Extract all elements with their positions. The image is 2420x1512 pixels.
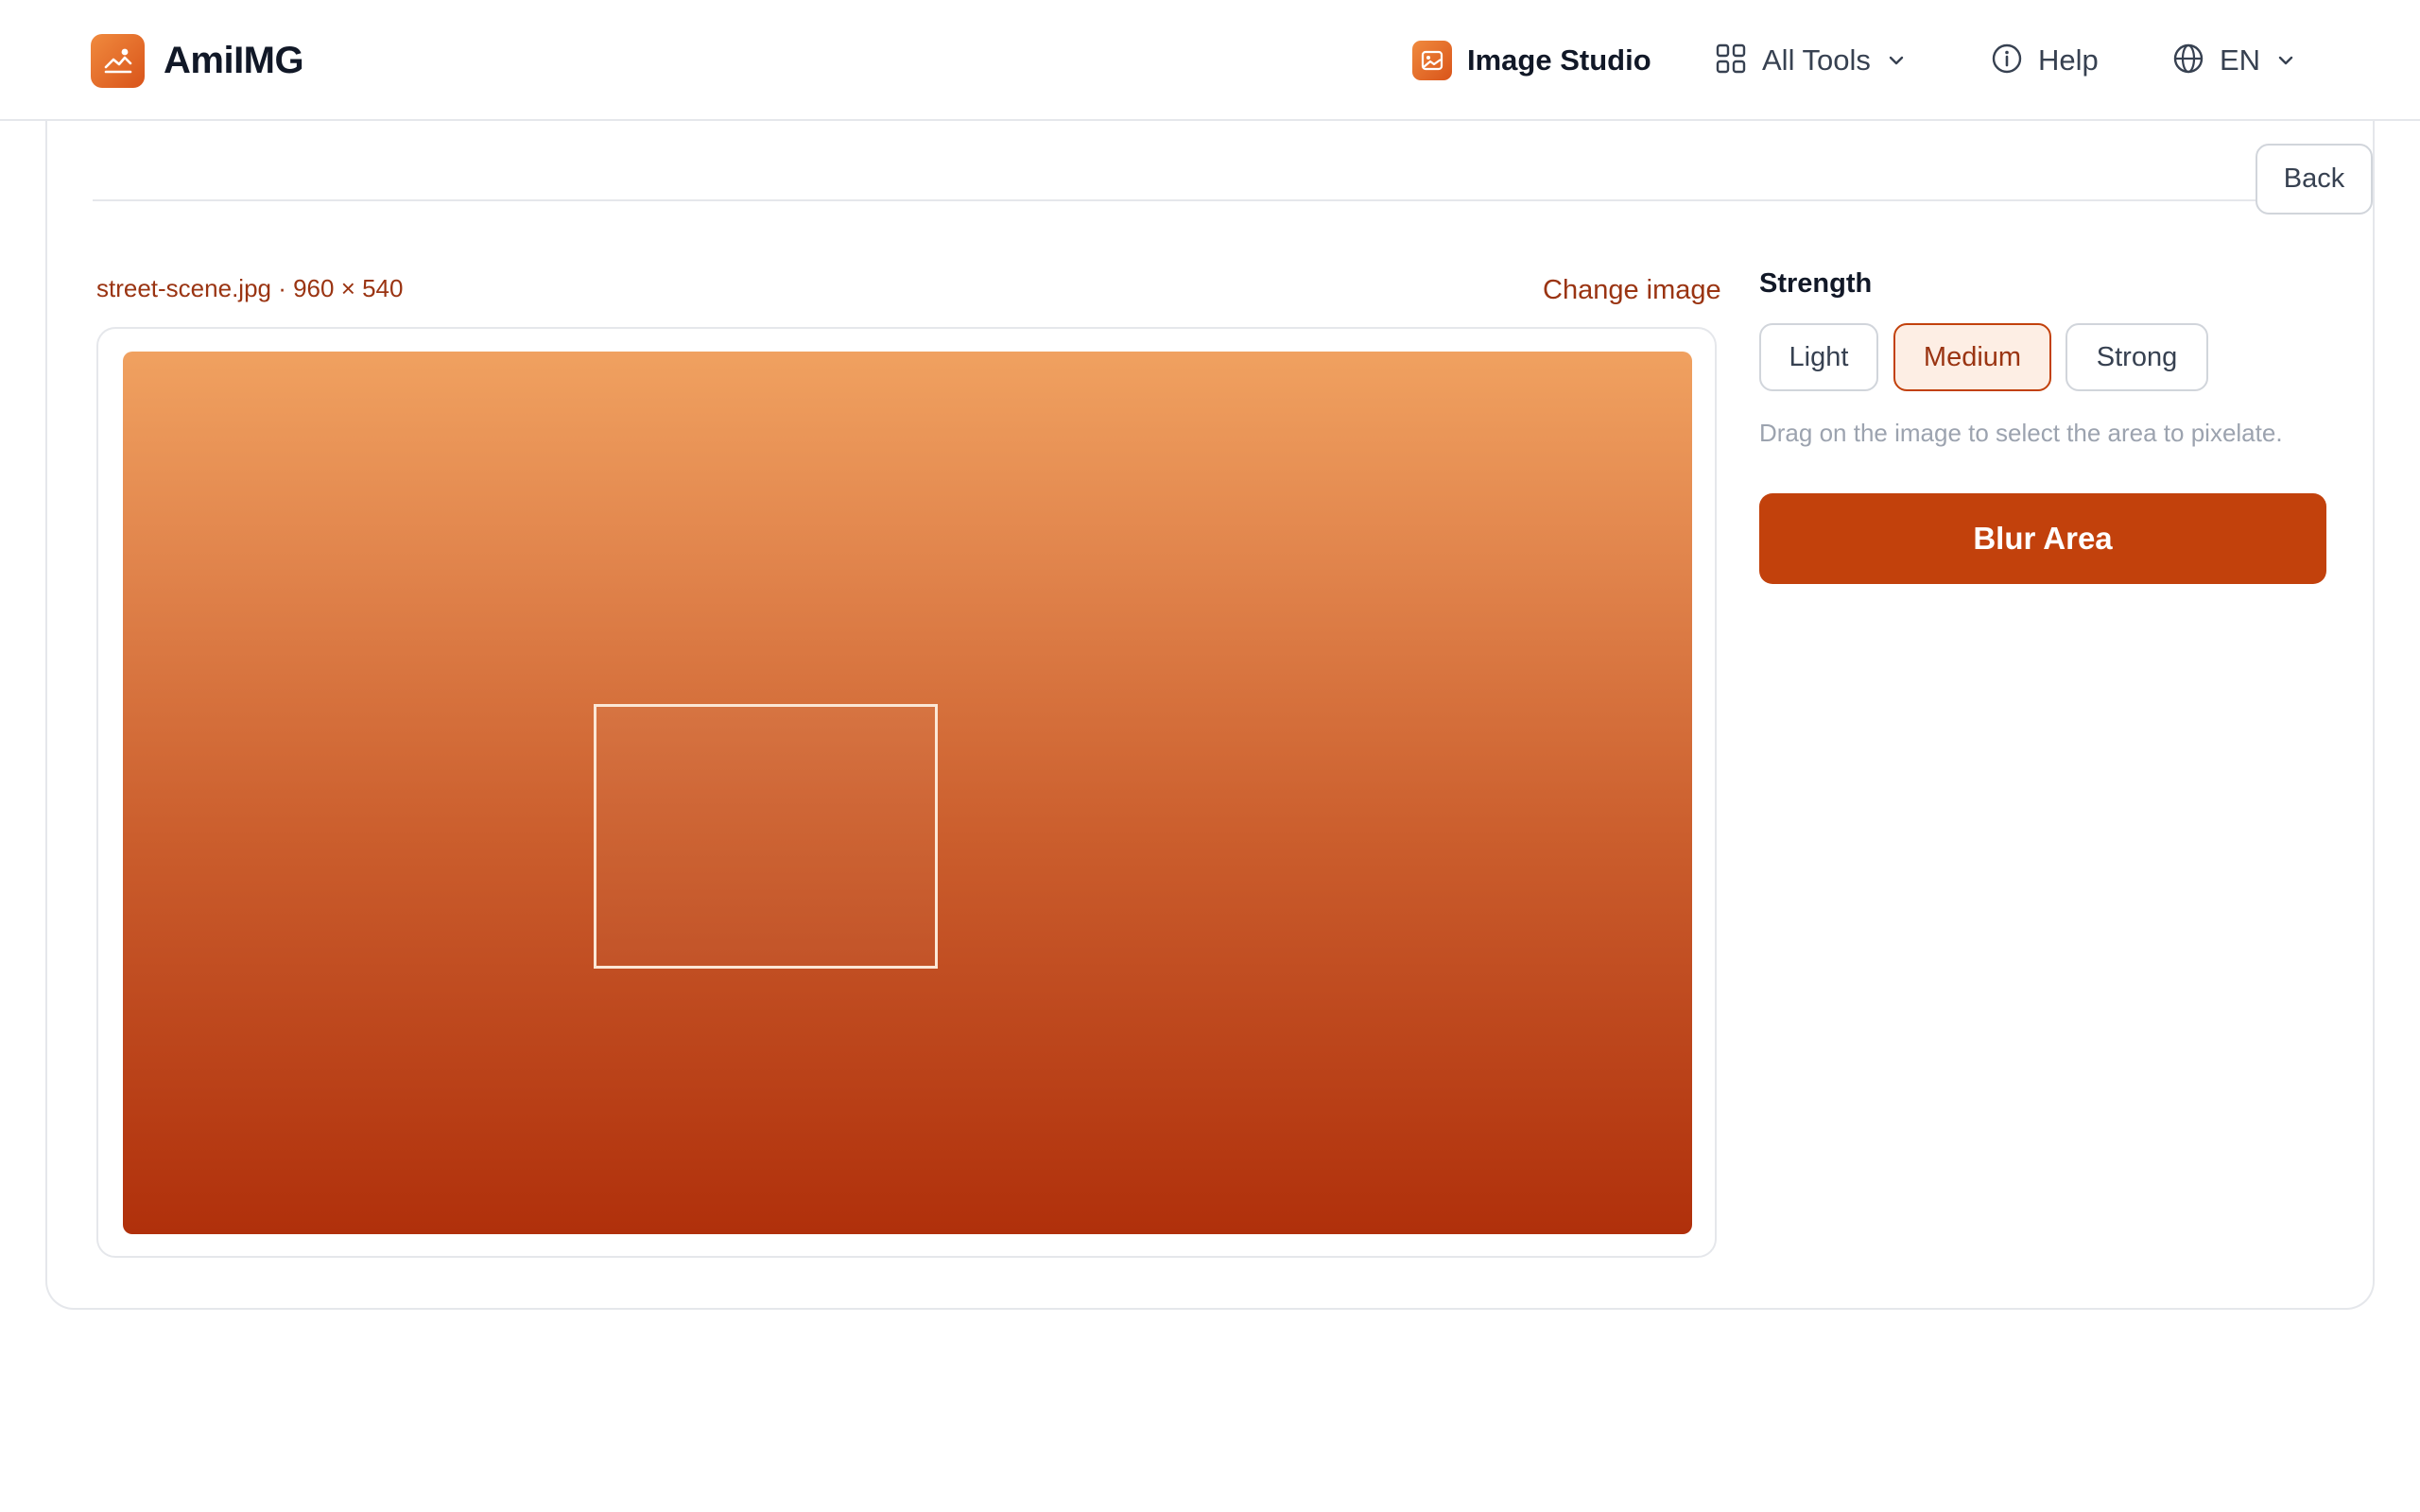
strength-option-medium[interactable]: Medium bbox=[1893, 323, 2051, 391]
brand-name: AmiIMG bbox=[164, 39, 304, 81]
back-button[interactable]: Back bbox=[2256, 144, 2373, 215]
nav-help-label: Help bbox=[2038, 43, 2099, 77]
top-navigation-bar: AmiIMG Image Studio All Tools Help EN bbox=[0, 0, 2420, 121]
nav-image-studio[interactable]: Image Studio bbox=[1412, 32, 1651, 89]
mountain-image-icon bbox=[91, 33, 145, 88]
nav-help[interactable]: Help bbox=[1991, 32, 2099, 89]
strength-option-light[interactable]: Light bbox=[1759, 323, 1878, 391]
strength-label: Strength bbox=[1759, 268, 1873, 299]
language-label: EN bbox=[2220, 43, 2261, 77]
chevron-down-icon bbox=[1886, 50, 1907, 71]
globe-icon bbox=[2172, 43, 2204, 79]
grid-icon bbox=[1715, 43, 1747, 79]
strength-option-strong[interactable]: Strong bbox=[2066, 323, 2208, 391]
selection-rectangle[interactable] bbox=[594, 704, 938, 969]
blur-area-button[interactable]: Blur Area bbox=[1759, 493, 2326, 584]
image-icon bbox=[1412, 41, 1452, 80]
file-info: street-scene.jpg · 960 × 540 bbox=[96, 274, 404, 302]
nav-image-studio-label: Image Studio bbox=[1467, 43, 1651, 77]
instruction-hint: Drag on the image to select the area to … bbox=[1759, 419, 2283, 447]
card-divider bbox=[93, 199, 2256, 201]
info-icon bbox=[1991, 43, 2023, 79]
language-selector[interactable]: EN bbox=[2172, 32, 2296, 89]
change-image-link[interactable]: Change image bbox=[1543, 275, 1721, 306]
nav-all-tools-dropdown[interactable]: All Tools bbox=[1715, 32, 1907, 89]
brand[interactable]: AmiIMG bbox=[91, 33, 304, 88]
chevron-down-icon bbox=[2275, 50, 2296, 71]
nav-all-tools-label: All Tools bbox=[1762, 43, 1871, 77]
